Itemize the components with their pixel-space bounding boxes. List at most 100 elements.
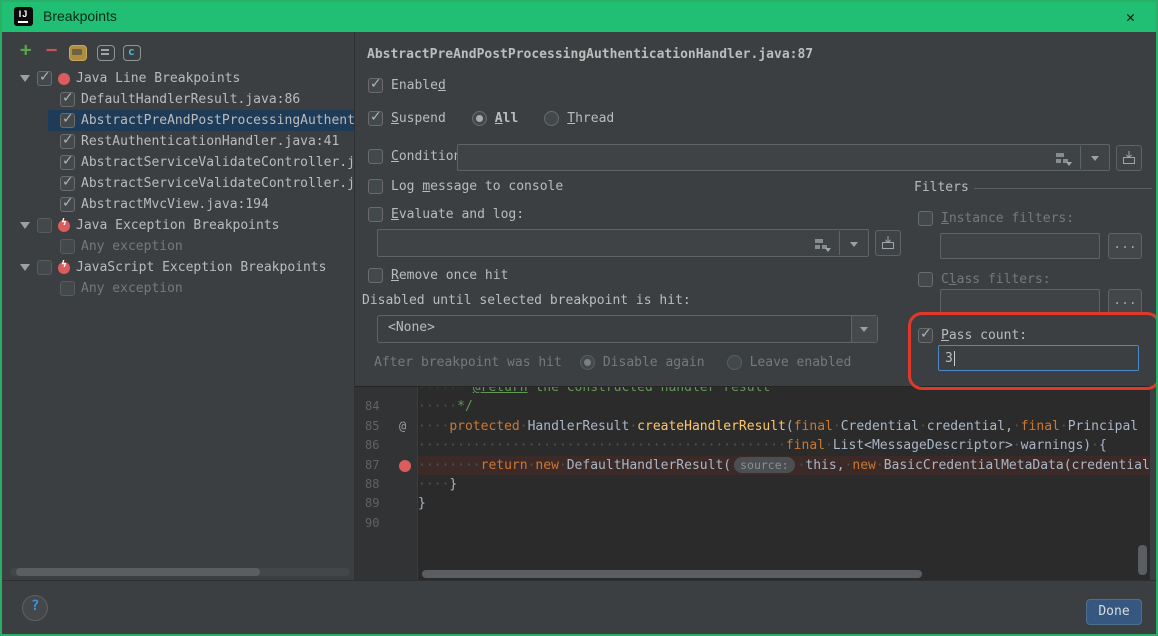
tree-item-checkbox[interactable] <box>60 197 75 212</box>
suspend-all-label[interactable]: All <box>495 111 518 126</box>
tree-item[interactable]: DefaultHandlerResult.java:86 <box>4 89 354 110</box>
tree-group-label[interactable]: JavaScript Exception Breakpoints <box>76 260 326 275</box>
disabled-until-combobox[interactable]: <None> <box>377 315 878 343</box>
instance-filters-checkbox[interactable] <box>918 211 933 226</box>
titlebar[interactable]: IJ Breakpoints <box>2 2 1156 32</box>
code-line: ·····* @return the constructed handler r… <box>418 386 1150 397</box>
insert-code-fragment-icon[interactable] <box>814 236 830 252</box>
editor-vscrollbar-thumb[interactable] <box>1138 545 1147 575</box>
evaluate-label[interactable]: Evaluate and log: <box>391 207 524 222</box>
suspend-thread-label[interactable]: Thread <box>567 111 614 126</box>
tree-item-checkbox[interactable] <box>60 239 75 254</box>
pass-count-label[interactable]: Pass count: <box>941 328 1027 343</box>
condition-input[interactable] <box>458 145 1048 170</box>
close-icon[interactable] <box>1122 6 1144 28</box>
evaluate-input[interactable] <box>378 230 808 256</box>
condition-checkbox[interactable] <box>368 149 383 164</box>
tree-group-java-exception[interactable]: Java Exception Breakpoints <box>4 215 354 236</box>
tree-group-checkbox[interactable] <box>37 218 52 233</box>
filters-section-label: Filters <box>914 180 969 195</box>
suspend-label[interactable]: Suspend <box>391 111 446 126</box>
tree-item-checkbox[interactable] <box>60 176 75 191</box>
condition-expand-button[interactable] <box>1116 145 1142 171</box>
tree-item-checkbox[interactable] <box>60 155 75 170</box>
code-line: } <box>418 494 1150 513</box>
suspend-checkbox[interactable] <box>368 111 383 126</box>
group-by-file-icon[interactable] <box>97 45 115 61</box>
tree-item-checkbox[interactable] <box>60 92 75 107</box>
tree-item[interactable]: RestAuthenticationHandler.java:41 <box>4 131 354 152</box>
annotation-marker: @ <box>399 419 406 433</box>
add-breakpoint-button[interactable] <box>18 42 38 62</box>
evaluate-checkbox[interactable] <box>368 207 383 222</box>
disable-again-radio[interactable] <box>580 355 595 370</box>
leave-enabled-radio[interactable] <box>727 355 742 370</box>
tree-item-label[interactable]: AbstractPreAndPostProcessingAuthenticat <box>81 113 354 128</box>
tree-item-checkbox[interactable] <box>60 113 75 128</box>
tree-item[interactable]: AbstractMvcView.java:194 <box>4 194 354 215</box>
breakpoint-icon[interactable] <box>399 460 411 472</box>
tree-item-checkbox[interactable] <box>60 281 75 296</box>
group-by-file-structure-icon[interactable] <box>69 45 87 61</box>
suspend-thread-radio[interactable] <box>544 111 559 126</box>
tree-item-label[interactable]: RestAuthenticationHandler.java:41 <box>81 134 339 149</box>
pass-count-checkbox[interactable] <box>918 328 933 343</box>
expander-icon[interactable] <box>20 222 30 229</box>
pass-count-input[interactable] <box>939 346 1138 370</box>
class-filters-checkbox[interactable] <box>918 272 933 287</box>
leave-enabled-label[interactable]: Leave enabled <box>750 355 852 370</box>
editor-hscrollbar-thumb[interactable] <box>422 570 922 578</box>
tree-item-label[interactable]: AbstractServiceValidateController.java: <box>81 176 354 191</box>
tree-item-checkbox[interactable] <box>60 134 75 149</box>
tree-group-checkbox[interactable] <box>37 71 52 86</box>
history-dropdown-icon[interactable] <box>1091 156 1099 161</box>
breakpoints-dialog: IJ Breakpoints Java Line Breakpoints Def… <box>0 0 1158 636</box>
tree-item-label[interactable]: DefaultHandlerResult.java:86 <box>81 92 300 107</box>
class-filters-label[interactable]: Class filters: <box>941 272 1051 287</box>
tree-item-label[interactable]: AbstractServiceValidateController.java: <box>81 155 354 170</box>
field-separator <box>1080 146 1081 169</box>
instance-filters-label[interactable]: Instance filters: <box>941 211 1074 226</box>
evaluate-expand-button[interactable] <box>875 230 901 256</box>
tree-group-js-exception[interactable]: JavaScript Exception Breakpoints <box>4 257 354 278</box>
disable-again-label[interactable]: Disable again <box>603 355 705 370</box>
class-filters-input[interactable] <box>941 290 1099 314</box>
enabled-label[interactable]: Enabled <box>391 78 446 93</box>
remove-once-checkbox[interactable] <box>368 268 383 283</box>
group-by-class-icon[interactable] <box>123 45 141 61</box>
breakpoints-tree: Java Line Breakpoints DefaultHandlerResu… <box>4 66 354 566</box>
condition-fieldbox <box>457 144 1110 171</box>
tree-group-checkbox[interactable] <box>37 260 52 275</box>
remove-once-label[interactable]: Remove once hit <box>391 268 508 283</box>
tree-hscrollbar-thumb[interactable] <box>16 568 260 576</box>
expander-icon[interactable] <box>20 264 30 271</box>
tree-group-label[interactable]: Java Line Breakpoints <box>76 71 240 86</box>
tree-item-label[interactable]: Any exception <box>81 239 183 254</box>
remove-breakpoint-button[interactable] <box>44 42 64 62</box>
tree-item[interactable]: AbstractServiceValidateController.java: <box>4 173 354 194</box>
class-filters-browse-button[interactable]: ... <box>1108 289 1142 315</box>
combobox-arrow[interactable] <box>851 316 877 342</box>
exception-breakpoint-icon <box>58 220 70 232</box>
tree-item-label[interactable]: Any exception <box>81 281 183 296</box>
done-button[interactable]: Done <box>1086 599 1142 625</box>
insert-code-fragment-icon[interactable] <box>1055 150 1071 166</box>
help-button[interactable] <box>22 595 48 621</box>
tree-group-java-line[interactable]: Java Line Breakpoints <box>4 68 354 89</box>
log-message-label[interactable]: Log message to console <box>391 179 563 194</box>
tree-item[interactable]: Any exception <box>4 278 354 299</box>
expander-icon[interactable] <box>20 75 30 82</box>
log-message-checkbox[interactable] <box>368 179 383 194</box>
window-title: Breakpoints <box>43 8 117 24</box>
suspend-all-radio[interactable] <box>472 111 487 126</box>
tree-item[interactable]: Any exception <box>4 236 354 257</box>
instance-filters-browse-button[interactable]: ... <box>1108 233 1142 259</box>
enabled-checkbox[interactable] <box>368 78 383 93</box>
editor-gutter: 84 85@ 86 87 88 89 90 <box>355 387 418 581</box>
instance-filters-input[interactable] <box>941 234 1099 258</box>
tree-group-label[interactable]: Java Exception Breakpoints <box>76 218 280 233</box>
tree-item-label[interactable]: AbstractMvcView.java:194 <box>81 197 269 212</box>
tree-item-selected[interactable]: AbstractPreAndPostProcessingAuthenticat <box>48 110 354 131</box>
tree-item[interactable]: AbstractServiceValidateController.java: <box>4 152 354 173</box>
history-dropdown-icon[interactable] <box>850 242 858 247</box>
